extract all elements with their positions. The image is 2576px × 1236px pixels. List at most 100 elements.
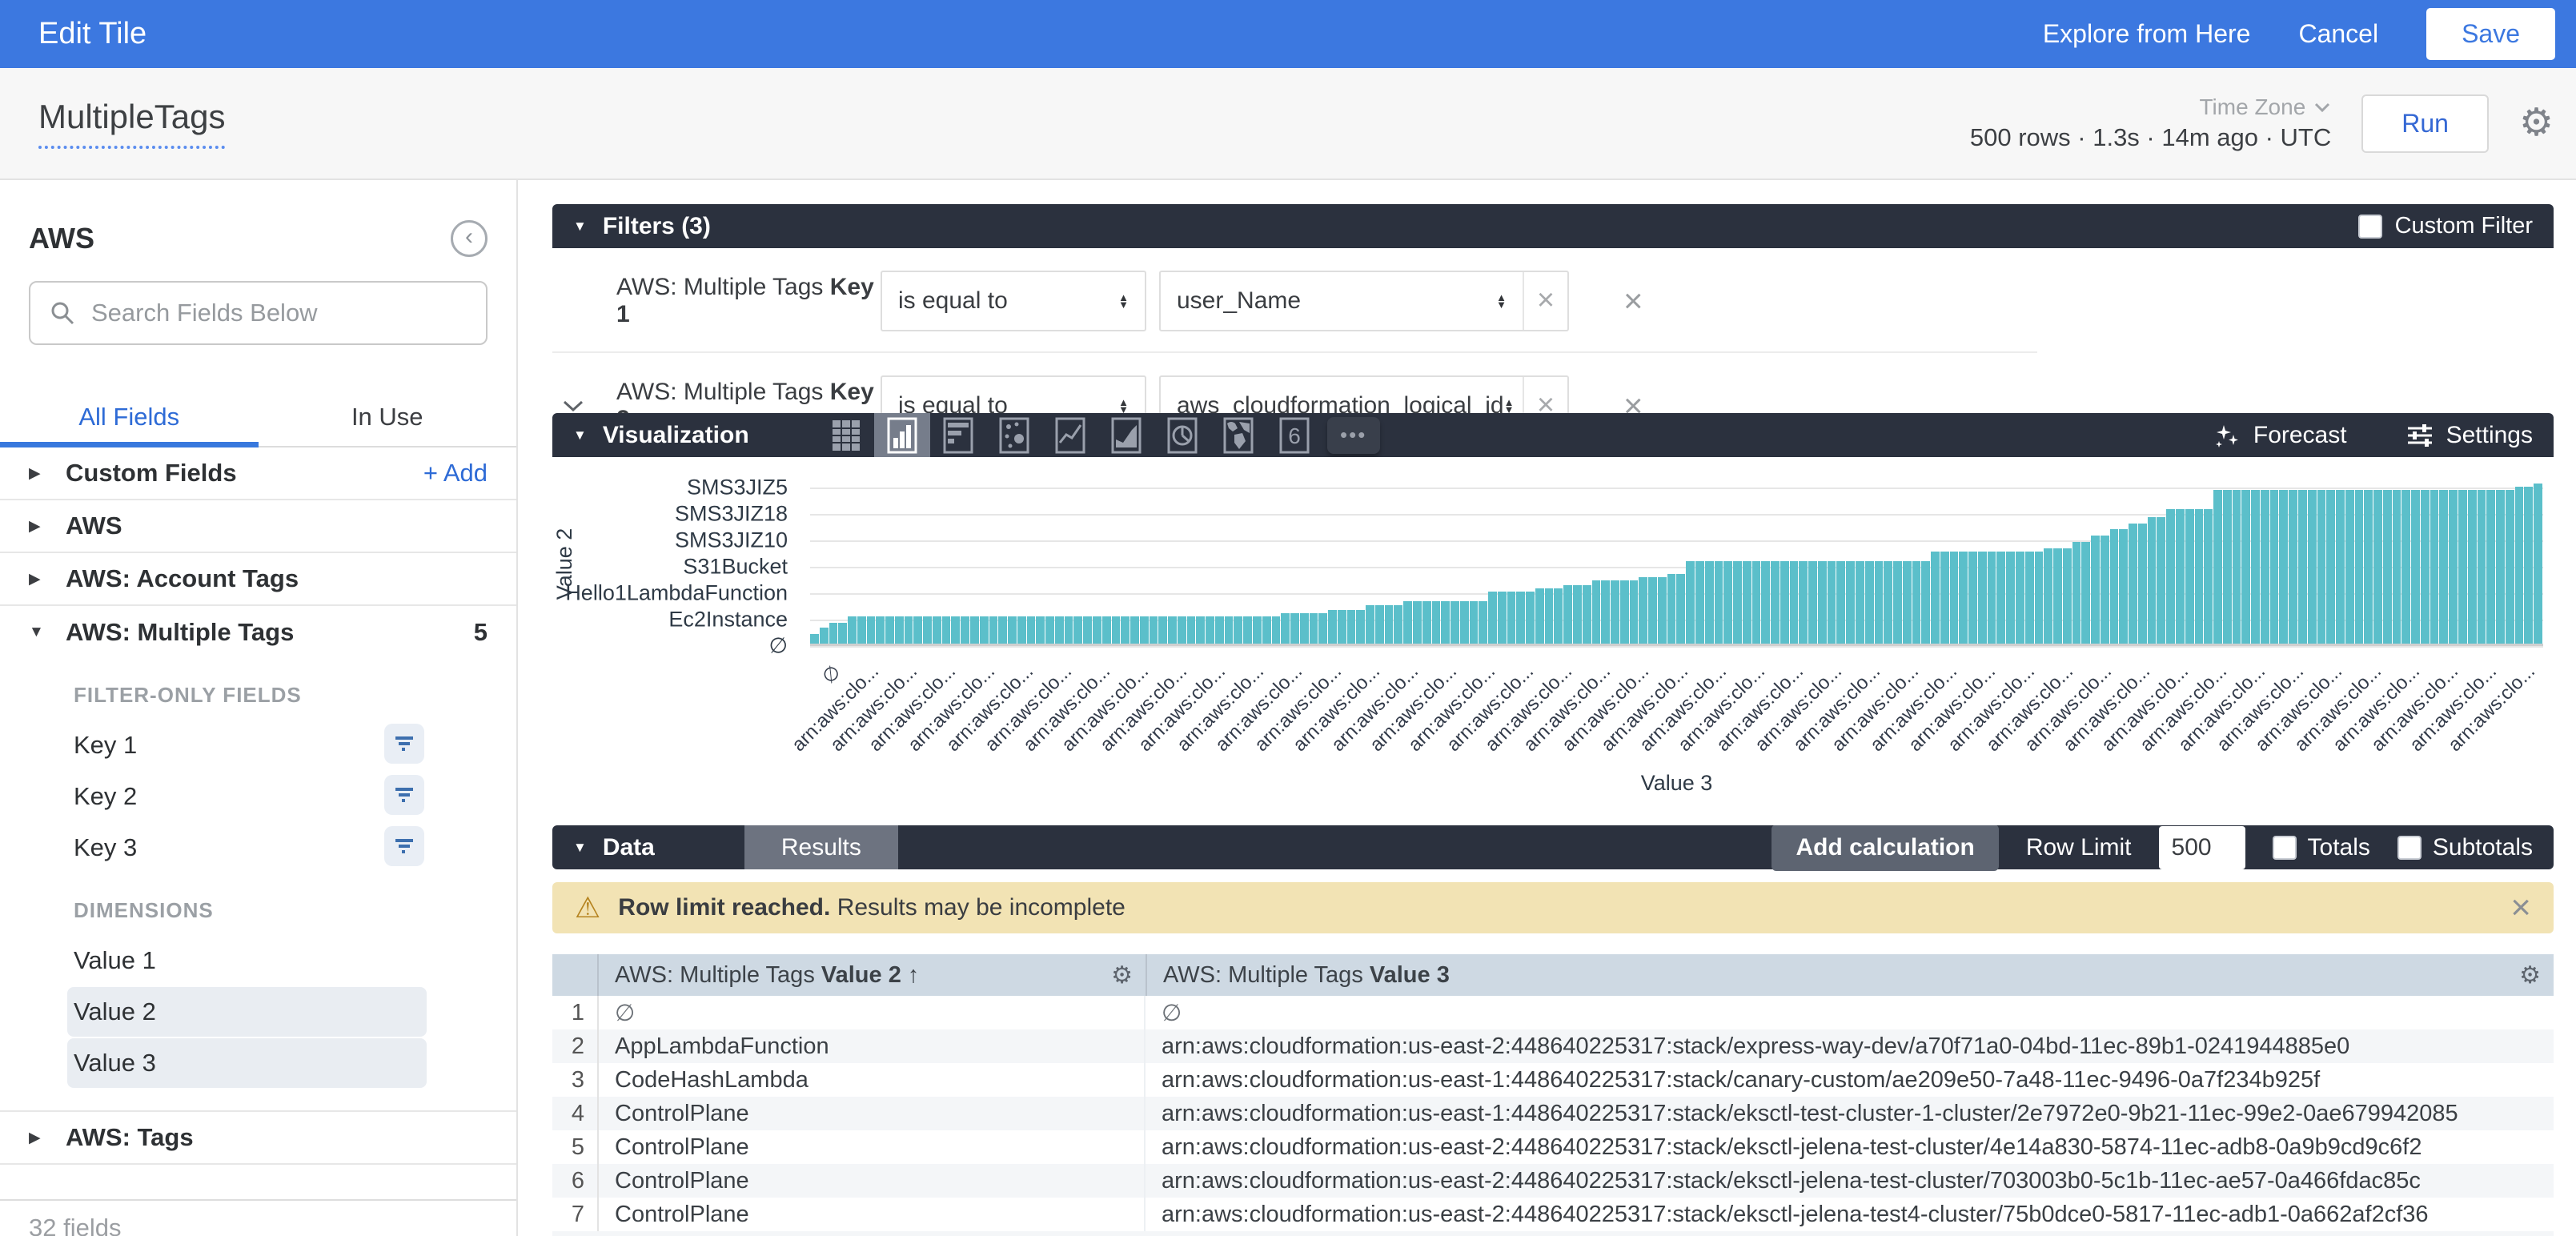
bar[interactable]: [2506, 490, 2514, 644]
bar[interactable]: [2119, 529, 2128, 644]
save-button[interactable]: Save: [2426, 8, 2555, 60]
bar[interactable]: [1790, 561, 1799, 644]
bar[interactable]: [1300, 613, 1309, 644]
bar[interactable]: [2317, 490, 2326, 644]
bar[interactable]: [1535, 588, 1544, 644]
bar[interactable]: [885, 616, 894, 644]
bar[interactable]: [1715, 561, 1723, 644]
bar[interactable]: [2486, 490, 2495, 644]
viz-type-map-icon[interactable]: [1210, 413, 1266, 457]
bar[interactable]: [1828, 561, 1836, 644]
bar[interactable]: [1413, 601, 1422, 644]
bar[interactable]: [2025, 552, 2034, 644]
chart-plot-area[interactable]: [810, 477, 2543, 646]
bar[interactable]: [1243, 616, 1252, 644]
bar[interactable]: [876, 616, 885, 644]
bar[interactable]: [2383, 490, 2392, 644]
bar[interactable]: [2289, 490, 2297, 644]
bar[interactable]: [905, 616, 913, 644]
bar[interactable]: [857, 616, 866, 644]
bar[interactable]: [2091, 536, 2100, 644]
bar[interactable]: [2233, 490, 2241, 644]
bar[interactable]: [1272, 616, 1281, 644]
bar[interactable]: [933, 616, 941, 644]
field-search[interactable]: [29, 281, 488, 345]
table-row[interactable]: 3 CodeHashLambda arn:aws:cloudformation:…: [552, 1063, 2554, 1097]
bar[interactable]: [2006, 552, 2015, 644]
bar[interactable]: [2251, 490, 2260, 644]
bar[interactable]: [1206, 616, 1214, 644]
field-value-1[interactable]: Value 1: [67, 936, 427, 985]
bar[interactable]: [1818, 561, 1827, 644]
bar[interactable]: [848, 616, 857, 644]
bar[interactable]: [867, 616, 876, 644]
bar[interactable]: [1733, 561, 1742, 644]
bar[interactable]: [1723, 561, 1732, 644]
timezone-dropdown[interactable]: Time Zone: [2199, 94, 2331, 120]
table-row[interactable]: 6 ControlPlane arn:aws:cloudformation:us…: [552, 1164, 2554, 1198]
visualization-section-header[interactable]: ▼ Visualization: [552, 413, 2554, 457]
bar[interactable]: [829, 623, 838, 644]
field-key-3[interactable]: Key 3: [67, 823, 427, 873]
bar[interactable]: [1686, 561, 1695, 644]
bar[interactable]: [2195, 509, 2204, 644]
bar[interactable]: [1743, 561, 1751, 644]
bar[interactable]: [2345, 490, 2354, 644]
bar[interactable]: [1545, 588, 1554, 644]
clear-filter-value-icon[interactable]: ×: [1523, 272, 1567, 330]
field-value-3[interactable]: Value 3: [67, 1038, 427, 1088]
bar[interactable]: [1611, 580, 1619, 644]
bar[interactable]: [1281, 613, 1290, 644]
bar[interactable]: [2016, 552, 2024, 644]
bar[interactable]: [1008, 616, 1017, 644]
field-value-2[interactable]: Value 2: [67, 987, 427, 1037]
bar[interactable]: [1931, 552, 1940, 644]
bar[interactable]: [2458, 490, 2467, 644]
totals-checkbox[interactable]: [2273, 836, 2297, 860]
bar[interactable]: [1290, 613, 1299, 644]
bar[interactable]: [2176, 509, 2185, 644]
bar[interactable]: [1601, 580, 1610, 644]
bar[interactable]: [2129, 524, 2137, 644]
data-section-header[interactable]: ▼ Data Results Add calculation Row Limit…: [552, 825, 2554, 869]
bar[interactable]: [1102, 616, 1111, 644]
explore-title[interactable]: MultipleTags: [38, 98, 225, 149]
bar[interactable]: [998, 616, 1007, 644]
bar[interactable]: [1752, 561, 1761, 644]
bar[interactable]: [1968, 552, 1977, 644]
bar[interactable]: [1310, 613, 1318, 644]
bar[interactable]: [820, 628, 829, 644]
bar[interactable]: [2326, 490, 2335, 644]
sidebar-group-custom-fields[interactable]: ▶ Custom Fields + Add: [0, 447, 516, 500]
bar[interactable]: [1196, 616, 1205, 644]
column-gear-icon[interactable]: ⚙: [2519, 961, 2541, 989]
column-header-value2[interactable]: AWS: Multiple Tags Value 2 ↑ ⚙: [599, 954, 1146, 996]
bar[interactable]: [1912, 561, 1921, 644]
bar[interactable]: [2534, 484, 2542, 644]
bar[interactable]: [1451, 601, 1459, 644]
bar[interactable]: [1130, 616, 1139, 644]
run-button[interactable]: Run: [2361, 94, 2489, 153]
bar[interactable]: [1950, 552, 1959, 644]
forecast-button[interactable]: Forecast: [2213, 422, 2347, 449]
tab-all-fields[interactable]: All Fields: [0, 391, 259, 446]
viz-type-area-icon[interactable]: [1098, 413, 1154, 457]
bar[interactable]: [1441, 601, 1450, 644]
bar[interactable]: [1470, 601, 1479, 644]
bar[interactable]: [1921, 561, 1930, 644]
bar[interactable]: [1676, 574, 1685, 644]
bar[interactable]: [1073, 616, 1082, 644]
bar[interactable]: [1112, 616, 1121, 644]
bar[interactable]: [1554, 588, 1563, 644]
bar[interactable]: [1959, 552, 1968, 644]
filter-operator-select[interactable]: is equal to ▲▼: [881, 375, 1146, 414]
bar[interactable]: [1262, 616, 1271, 644]
explore-from-here-link[interactable]: Explore from Here: [2043, 19, 2251, 49]
bar[interactable]: [1027, 616, 1036, 644]
viz-type-table-icon[interactable]: [818, 413, 874, 457]
bar[interactable]: [2439, 490, 2448, 644]
bar[interactable]: [1799, 561, 1808, 644]
bar[interactable]: [2449, 490, 2458, 644]
bar[interactable]: [1996, 552, 2005, 644]
bar[interactable]: [2430, 490, 2439, 644]
